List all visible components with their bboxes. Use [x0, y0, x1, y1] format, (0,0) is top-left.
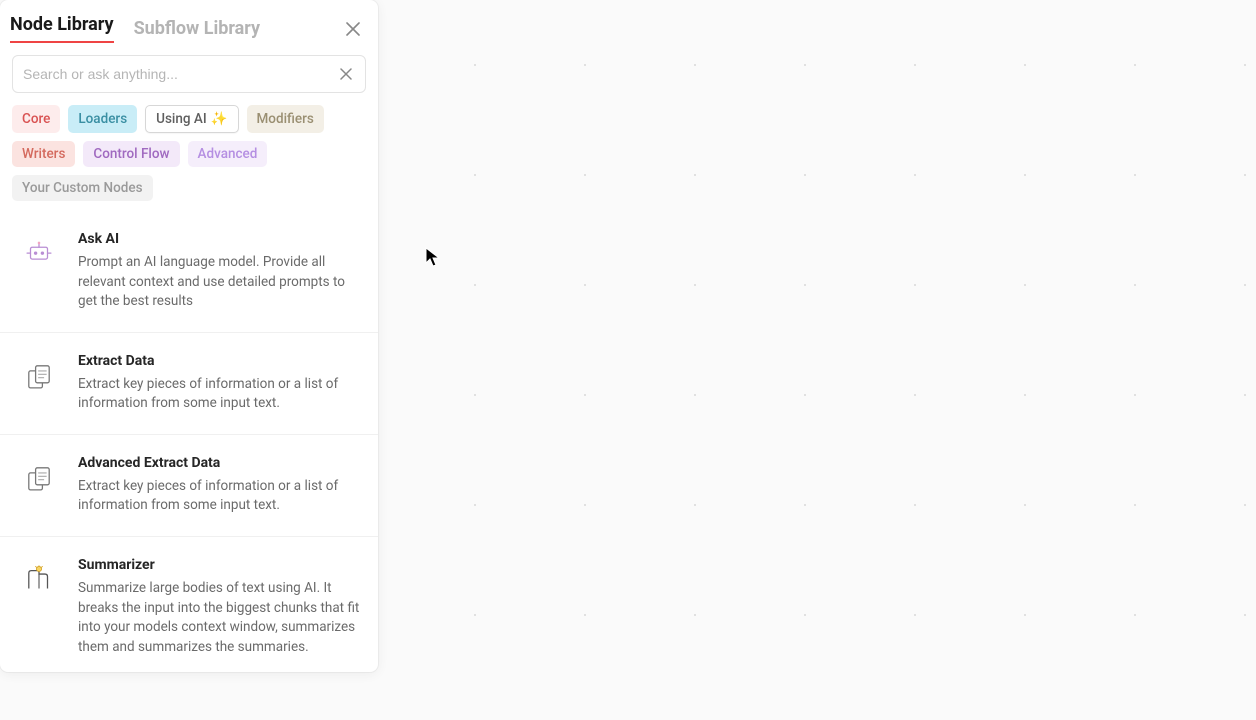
search-input[interactable] [23, 66, 337, 82]
chip-modifiers[interactable]: Modifiers [247, 105, 324, 133]
chip-writers[interactable]: Writers [12, 141, 75, 167]
chip-core[interactable]: Core [12, 105, 60, 133]
x-icon [340, 68, 352, 80]
node-item-advanced-extract[interactable]: Advanced Extract Data Extract key pieces… [0, 435, 378, 537]
search-field[interactable] [12, 55, 366, 93]
library-tabs: Node Library Subflow Library [0, 0, 378, 43]
chip-control-flow[interactable]: Control Flow [83, 141, 179, 167]
node-title: Summarizer [78, 557, 362, 573]
search-wrap [0, 43, 378, 101]
node-library-panel: Node Library Subflow Library Core Loader… [0, 0, 378, 672]
node-item-summarizer[interactable]: Summarizer Summarize large bodies of tex… [0, 537, 378, 672]
node-item-ask-ai[interactable]: Ask AI Prompt an AI language model. Prov… [0, 211, 378, 333]
chip-label: Using AI [156, 111, 207, 127]
tab-subflow-library[interactable]: Subflow Library [134, 18, 261, 39]
node-body: Ask AI Prompt an AI language model. Prov… [78, 231, 362, 312]
node-body: Extract Data Extract key pieces of infor… [78, 353, 362, 414]
close-panel-button[interactable] [342, 18, 364, 40]
chip-advanced[interactable]: Advanced [188, 141, 268, 167]
ask-ai-icon [18, 233, 60, 275]
extract-data-icon [18, 355, 60, 397]
node-body: Advanced Extract Data Extract key pieces… [78, 455, 362, 516]
node-desc: Extract key pieces of information or a l… [78, 477, 362, 516]
node-item-extract-data[interactable]: Extract Data Extract key pieces of infor… [0, 333, 378, 435]
advanced-extract-icon [18, 457, 60, 499]
node-title: Ask AI [78, 231, 362, 247]
search-clear-button[interactable] [337, 65, 355, 83]
tab-node-library[interactable]: Node Library [10, 14, 114, 43]
node-desc: Extract key pieces of information or a l… [78, 375, 362, 414]
sparkle-icon: ✨ [211, 111, 228, 127]
node-title: Extract Data [78, 353, 362, 369]
node-desc: Prompt an AI language model. Provide all… [78, 253, 362, 312]
summarizer-icon [18, 559, 60, 601]
chip-loaders[interactable]: Loaders [68, 105, 137, 133]
close-icon [346, 22, 360, 36]
node-list[interactable]: Ask AI Prompt an AI language model. Prov… [0, 211, 378, 672]
chip-custom-nodes[interactable]: Your Custom Nodes [12, 175, 153, 201]
chip-using-ai[interactable]: Using AI ✨ [145, 105, 238, 133]
node-desc: Summarize large bodies of text using AI.… [78, 579, 362, 657]
category-chips: Core Loaders Using AI ✨ Modifiers Writer… [0, 101, 378, 211]
node-body: Summarizer Summarize large bodies of tex… [78, 557, 362, 657]
node-title: Advanced Extract Data [78, 455, 362, 471]
